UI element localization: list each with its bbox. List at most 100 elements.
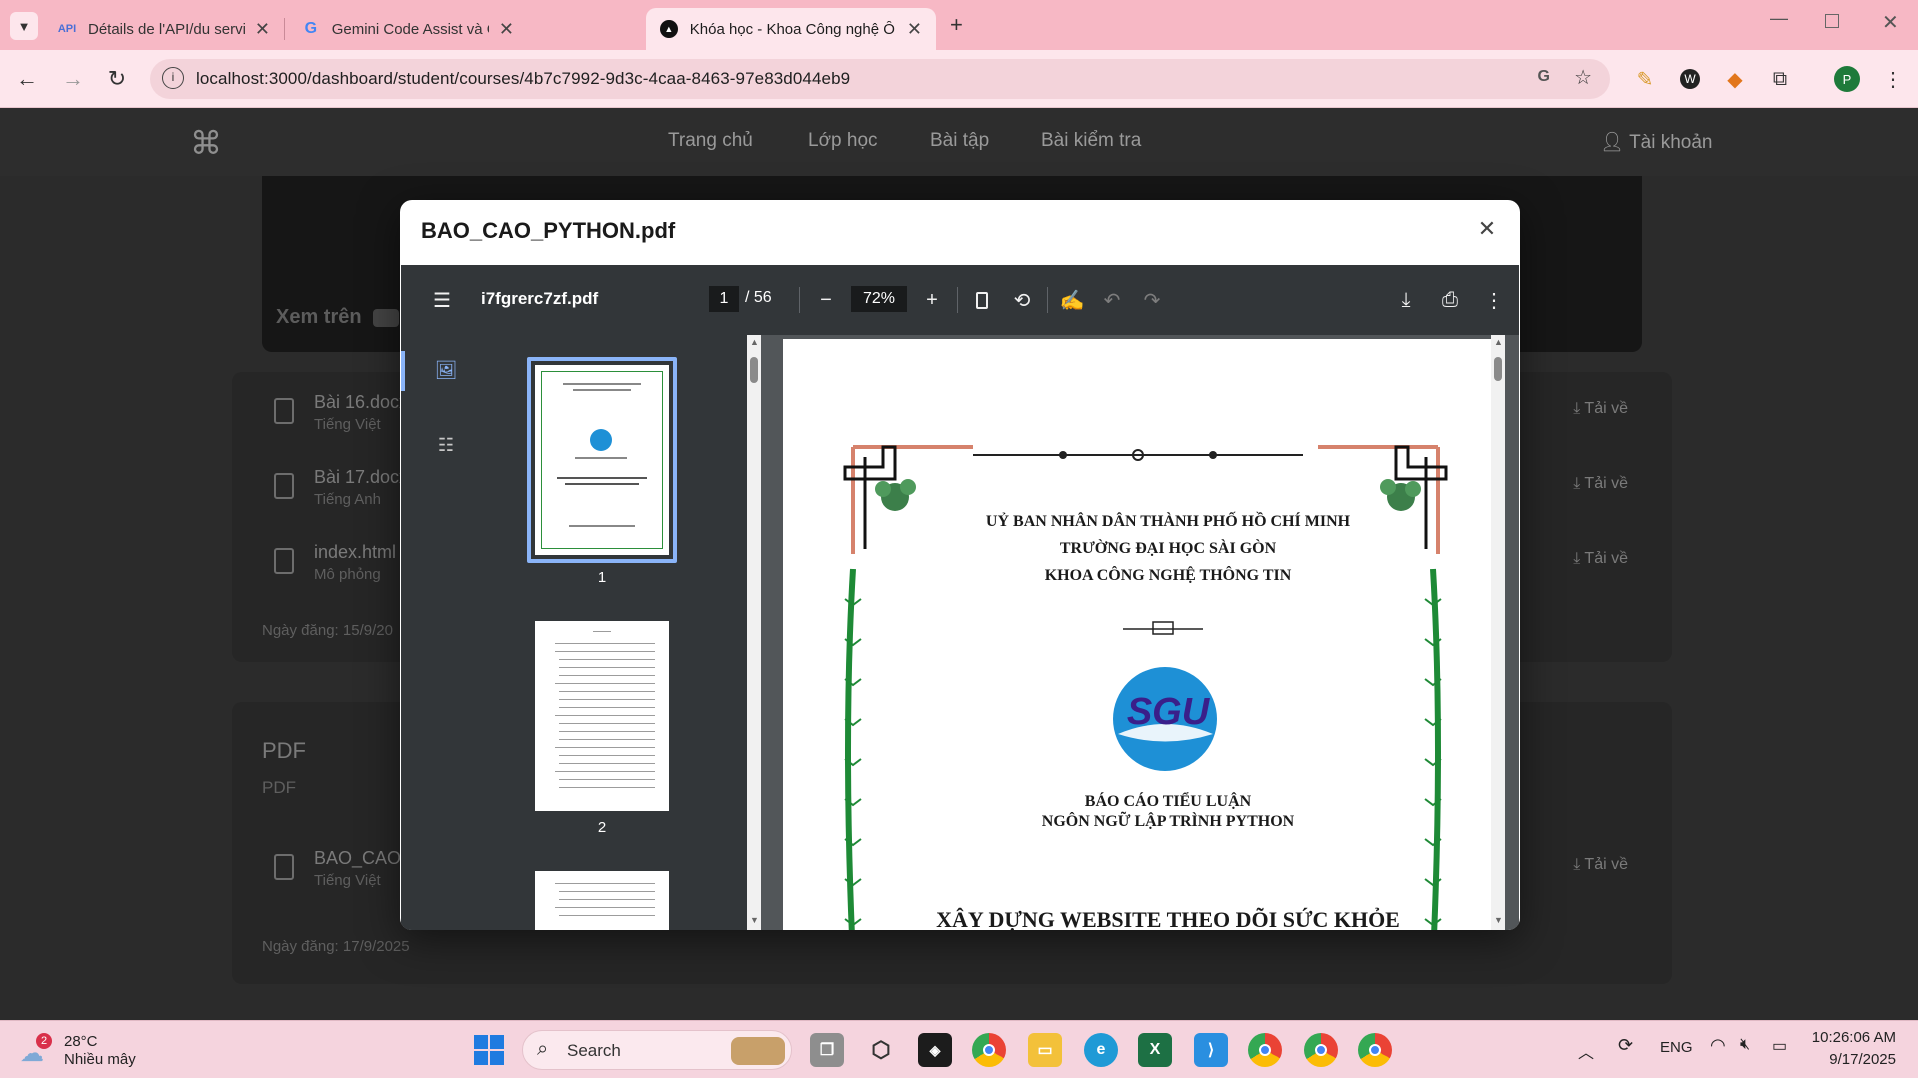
close-tab-icon[interactable]: ✕ [255,19,270,40]
more-options-icon[interactable]: ⋮ [1479,285,1509,315]
outline-view-icon[interactable]: ☷ [431,430,461,460]
close-tab-icon[interactable]: ✕ [499,19,514,40]
profile-avatar[interactable]: P [1832,64,1862,94]
redo-icon[interactable]: ↷ [1137,285,1167,315]
tab-api-details[interactable]: API Détails de l'API/du service – API ✕ [44,8,284,50]
minimize-window-icon[interactable]: — [1770,8,1788,29]
print-icon[interactable]: ⎙ [1435,285,1465,315]
chrome-profile-2-icon[interactable] [1248,1033,1282,1067]
annotate-pen-icon[interactable]: ✍ [1057,285,1087,315]
file-name[interactable]: Bài 16.docx [314,392,408,413]
file-explorer-icon[interactable]: ▭ [1028,1033,1062,1067]
download-icon: ⤓ [1573,400,1585,417]
pdf-page-area[interactable]: UỶ BAN NHÂN DÂN THÀNH PHỐ HỒ CHÍ MINH TR… [775,335,1505,930]
scroll-down-arrow-icon[interactable]: ▼ [1494,915,1503,925]
terminal-app-icon[interactable]: ◈ [918,1033,952,1067]
pdf-report-subject: NGÔN NGỮ LẬP TRÌNH PYTHON [1041,813,1295,830]
chrome-profile-4-icon[interactable] [1358,1033,1392,1067]
reload-icon[interactable]: ↻ [102,64,132,94]
taskbar-search[interactable]: ⌕ Search [522,1030,792,1070]
tab-gemini[interactable]: G Gemini Code Assist và Gemini C ✕ [288,8,528,50]
fit-page-icon[interactable] [967,285,997,315]
show-hidden-icons-chevron-icon[interactable]: ︿ [1578,1039,1594,1063]
pdf-line-faculty: KHOA CÔNG NGHỆ THÔNG TIN [1044,567,1292,584]
address-bar[interactable]: i localhost:3000/dashboard/student/cours… [150,59,1610,99]
scroll-down-arrow-icon[interactable]: ▼ [750,915,759,925]
language-indicator[interactable]: ENG [1660,1039,1693,1056]
edge-app-icon[interactable]: e [1084,1033,1118,1067]
toolbar-separator [957,287,958,313]
clock-date[interactable]: 9/17/2025 [1829,1051,1896,1068]
page-number-input[interactable]: 1 [709,286,739,312]
account-link[interactable]: 👤︎ Tài khoản [1600,130,1713,154]
chrome-app-icon[interactable] [972,1033,1006,1067]
wordpress-extension-icon[interactable]: W [1675,64,1705,94]
modal-close-icon[interactable]: ✕ [1472,216,1502,246]
tab-courses-active[interactable]: ▲ Khóa học - Khoa Công nghệ Ô ✕ [646,8,936,50]
task-view-icon[interactable]: ❐ [810,1033,844,1067]
nav-tests[interactable]: Bài kiểm tra [1041,130,1141,152]
thumbnail-page-1[interactable] [535,365,669,555]
metamask-extension-icon[interactable]: ◆ [1720,64,1750,94]
google-favicon-icon: G [304,20,318,37]
volume-muted-icon[interactable]: 🔇︎ [1740,1036,1750,1054]
scrollbar-thumb[interactable] [750,357,758,383]
file-language: Tiếng Việt [314,872,381,889]
thumbnails-view-icon[interactable]: 🖼︎ [431,355,461,385]
nav-classes[interactable]: Lớp học [808,130,878,152]
menu-hamburger-icon[interactable]: ☰ [427,285,457,315]
sidebar-scrollbar[interactable]: ▲ ▼ [747,335,761,930]
site-info-icon[interactable]: i [162,67,184,89]
translate-icon[interactable]: G [1538,68,1550,86]
forward-icon[interactable]: → [58,64,88,94]
close-tab-icon[interactable]: ✕ [907,19,922,40]
undo-icon[interactable]: ↶ [1097,285,1127,315]
download-button[interactable]: ⤓ Tải về [1573,475,1628,493]
scroll-up-arrow-icon[interactable]: ▲ [1494,337,1503,347]
search-highlight-image [731,1037,785,1065]
bookmark-star-icon[interactable]: ☆ [1574,65,1592,90]
wifi-icon[interactable]: ◠ [1710,1035,1726,1056]
thumbnail-page-3[interactable] [535,871,669,930]
extensions-puzzle-icon[interactable]: ⧉ [1765,64,1795,94]
thumbnail-page-2[interactable] [535,621,669,811]
file-name[interactable]: index.html [314,542,396,563]
new-tab-icon[interactable]: + [950,12,963,38]
restore-window-icon[interactable] [1825,14,1839,28]
url-text[interactable]: localhost:3000/dashboard/student/courses… [196,69,850,89]
zoom-input[interactable]: 72% [851,286,907,312]
site-header: ⌘ Trang chủ Lớp học Bài tập Bài kiểm tra… [0,108,1918,176]
file-name[interactable]: BAO_CAO_ [314,848,411,869]
thumb-line [559,659,655,660]
sync-status-icon[interactable]: ⟳ [1618,1035,1633,1056]
download-button[interactable]: ⤓ Tải về [1573,550,1628,568]
file-name[interactable]: Bài 17.docx [314,467,408,488]
rotate-icon[interactable]: ⟲ [1007,285,1037,315]
download-button[interactable]: ⤓ Tải về [1573,856,1628,874]
zoom-out-icon[interactable]: − [811,285,841,315]
download-icon[interactable]: ⤓ [1391,285,1421,315]
excel-app-icon[interactable]: X [1138,1033,1172,1067]
browser-menu-icon[interactable]: ⋮ [1878,64,1908,94]
extension-pencil-icon[interactable]: ✎ [1630,64,1660,94]
thumb-line [559,915,655,916]
zoom-in-icon[interactable]: + [917,285,947,315]
chrome-profile-3-icon[interactable] [1304,1033,1338,1067]
thumb-line [555,715,655,716]
download-button[interactable]: ⤓ Tải về [1573,400,1628,418]
nav-home[interactable]: Trang chủ [668,130,753,152]
widget-app-icon[interactable]: ⬡ [864,1033,898,1067]
vscode-app-icon[interactable]: ⟩ [1194,1033,1228,1067]
close-window-icon[interactable]: ✕ [1882,10,1899,35]
tab-list-dropdown-icon[interactable]: ▼ [10,12,38,40]
battery-icon[interactable]: ▭ [1772,1036,1787,1056]
scroll-up-arrow-icon[interactable]: ▲ [750,337,759,347]
video-watch-label[interactable]: Xem trên [276,306,400,329]
clock-time[interactable]: 10:26:06 AM [1812,1029,1896,1046]
nav-assignments[interactable]: Bài tập [930,130,989,152]
back-icon[interactable]: ← [12,64,42,94]
scrollbar-thumb[interactable] [1494,357,1502,381]
logo-command-icon[interactable]: ⌘ [190,124,222,162]
start-windows-icon[interactable] [474,1035,504,1065]
page-scrollbar[interactable]: ▲ ▼ [1491,335,1505,930]
